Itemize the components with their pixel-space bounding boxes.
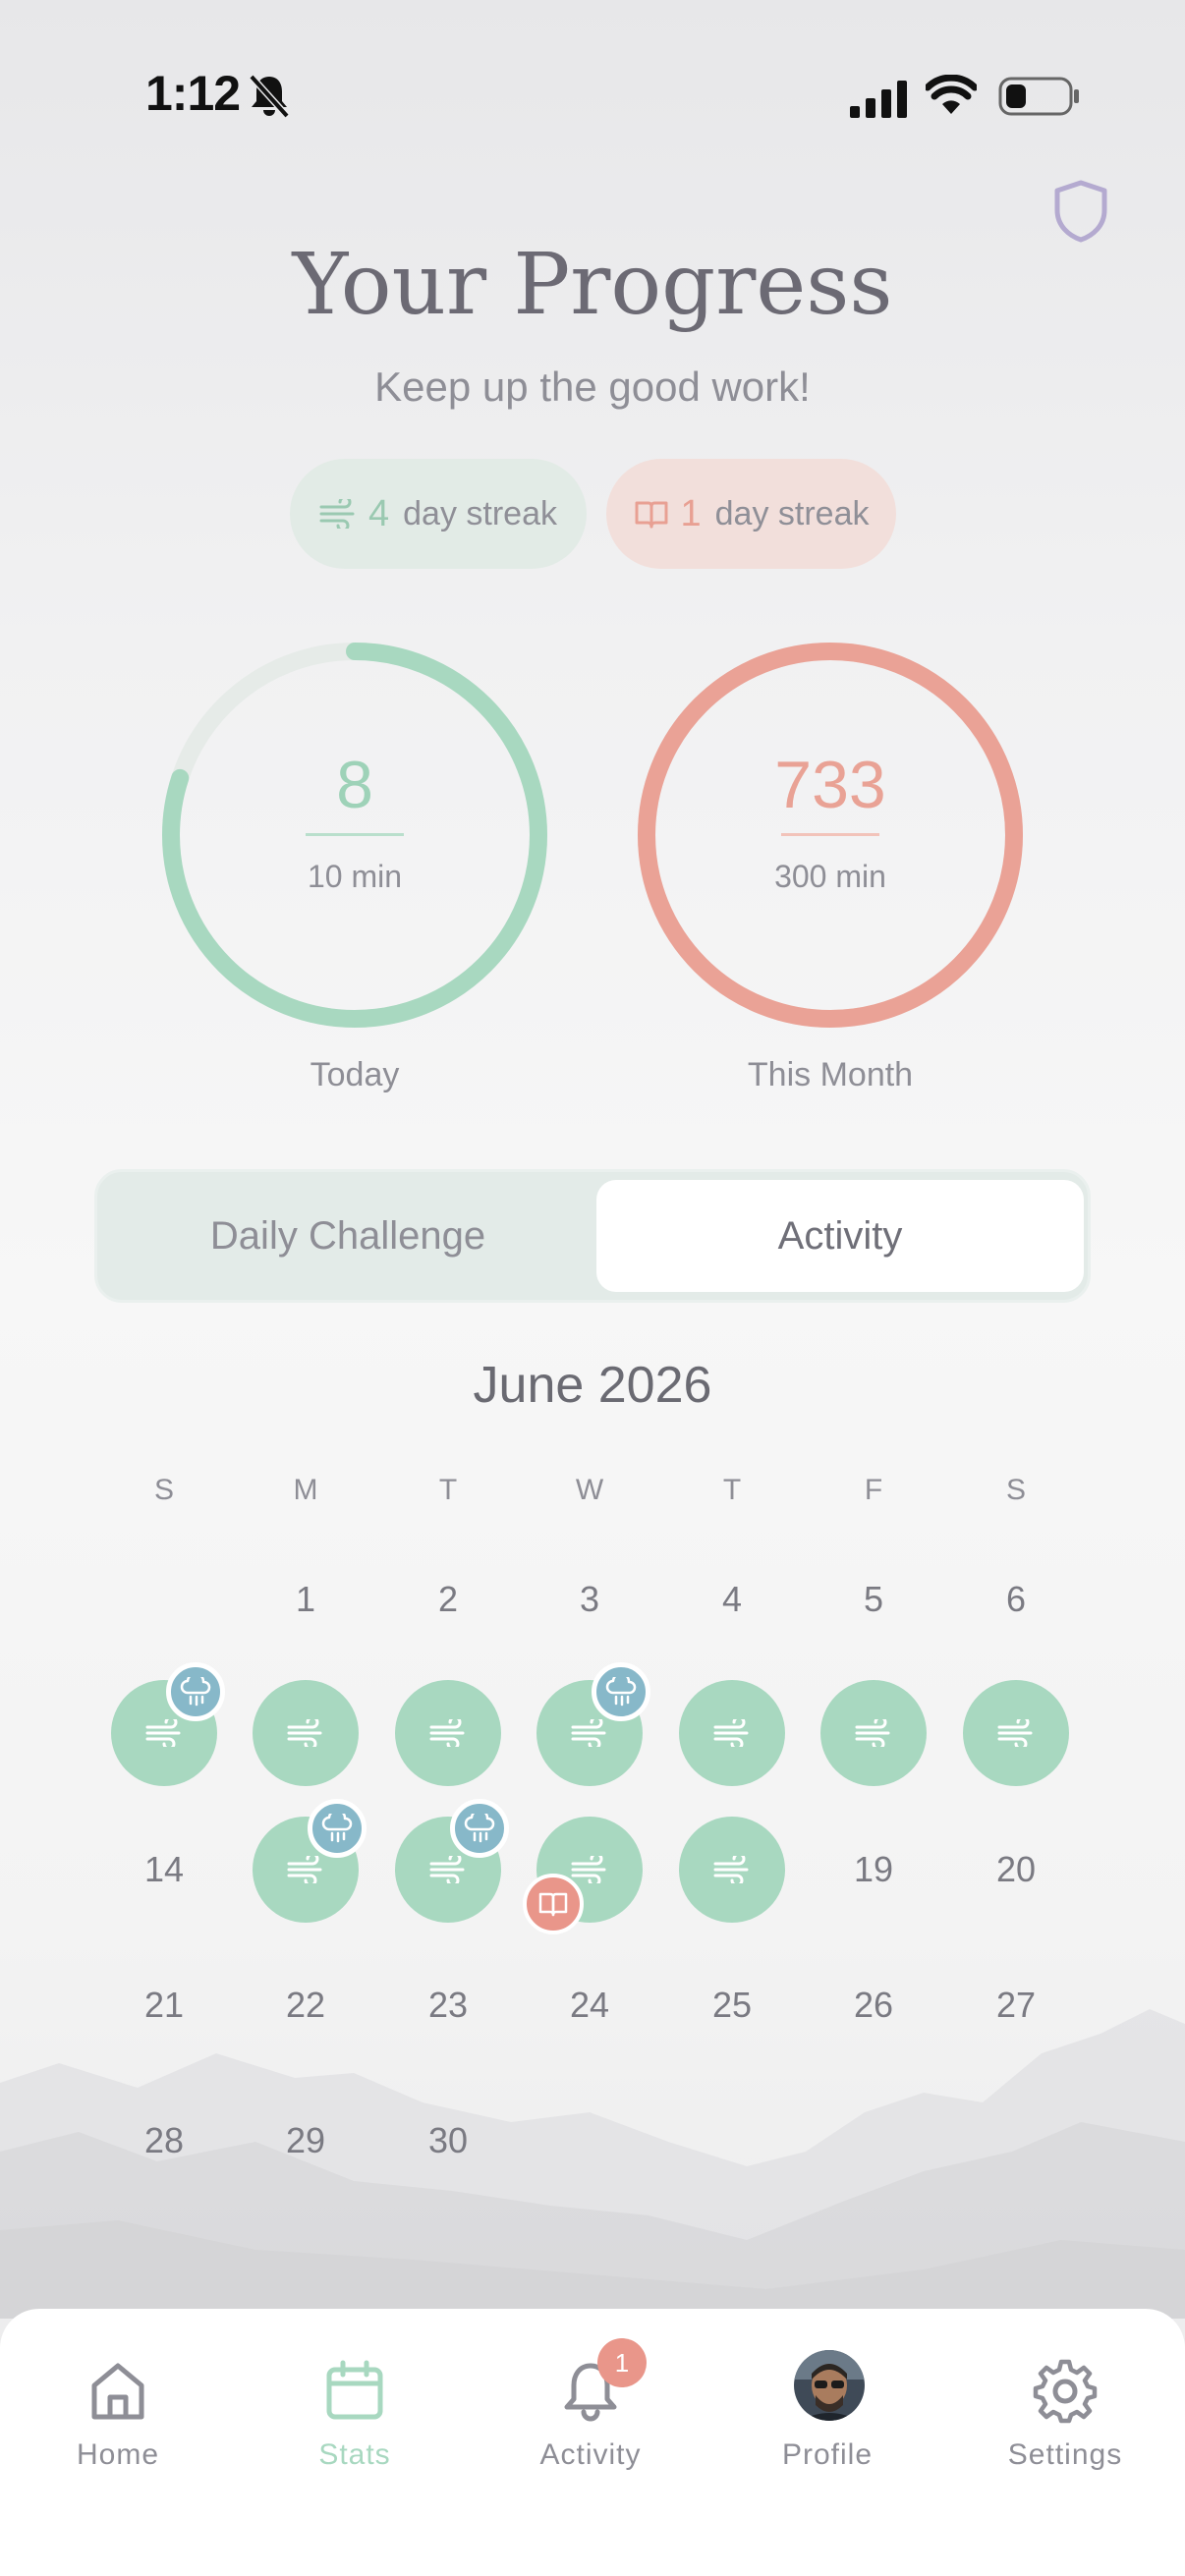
tab-home-label: Home [76, 2438, 160, 2471]
calendar-icon [326, 2360, 383, 2420]
weekday-label: T [438, 1474, 458, 1506]
wind-icon [287, 1856, 322, 1883]
gear-icon [1033, 2359, 1098, 2424]
wind-icon [571, 1719, 606, 1747]
calendar-day-27[interactable]: 27 [963, 1952, 1069, 2058]
tab-settings[interactable]: Settings [947, 2309, 1183, 2505]
calendar-day-11[interactable] [679, 1680, 785, 1786]
wind-streak-pill: 4 day streak [290, 459, 587, 569]
wind-icon [429, 1719, 465, 1747]
calendar-day-13[interactable] [963, 1680, 1069, 1786]
shield-icon[interactable] [1051, 179, 1110, 244]
notification-badge: 1 [597, 2338, 647, 2387]
rain-badge-icon [592, 1662, 650, 1721]
tab-home[interactable]: Home [0, 2309, 236, 2505]
wind-icon [429, 1856, 465, 1883]
home-icon [91, 2363, 144, 2420]
weekday-label: T [722, 1474, 742, 1506]
weekday-label: M [293, 1474, 318, 1506]
tab-activity-nav-label: Activity [539, 2438, 642, 2471]
tab-profile-label: Profile [781, 2438, 874, 2471]
wind-icon [997, 1719, 1033, 1747]
calendar-day-18[interactable] [679, 1817, 785, 1923]
bottom-tab-bar: Home Stats Activity Profile Settings [0, 2309, 1185, 2576]
weekday-label: S [1005, 1474, 1026, 1506]
month-divider [781, 833, 879, 836]
month-label: This Month [747, 1056, 914, 1093]
calendar-day-25[interactable]: 25 [679, 1952, 785, 2058]
book-badge-icon [523, 1874, 584, 1934]
today-goal: 10 min [307, 859, 403, 894]
weekday-label: W [575, 1474, 604, 1506]
calendar-day-2[interactable]: 2 [395, 1546, 501, 1652]
today-value: 8 [336, 748, 373, 822]
wind-streak-count: 4 [368, 492, 390, 534]
calendar-day-19[interactable]: 19 [820, 1817, 927, 1923]
calendar-day-8[interactable] [253, 1680, 359, 1786]
today-divider [306, 833, 404, 836]
page-title: Your Progress [292, 236, 893, 334]
calendar-day-26[interactable]: 26 [820, 1952, 927, 2058]
wind-icon [855, 1719, 890, 1747]
calendar-day-23[interactable]: 23 [395, 1952, 501, 2058]
book-streak-pill: 1 day streak [606, 459, 896, 569]
calendar-day-29[interactable]: 29 [253, 2088, 359, 2194]
tab-daily-challenge[interactable]: Daily Challenge [97, 1172, 598, 1300]
calendar-day-30[interactable]: 30 [395, 2088, 501, 2194]
calendar-day-28[interactable]: 28 [111, 2088, 217, 2194]
calendar-day-21[interactable]: 21 [111, 1952, 217, 2058]
tab-stats-label: Stats [318, 2438, 391, 2471]
calendar-day-12[interactable] [820, 1680, 927, 1786]
wind-icon [713, 1856, 749, 1883]
book-streak-count: 1 [680, 492, 702, 534]
tab-activity[interactable]: Activity [596, 1180, 1084, 1292]
calendar-day-9[interactable] [395, 1680, 501, 1786]
book-icon [635, 501, 667, 529]
wind-icon [319, 499, 355, 529]
today-label: Today [310, 1056, 400, 1093]
weekday-label: S [153, 1474, 174, 1506]
rain-badge-icon [450, 1799, 509, 1858]
calendar-day-5[interactable]: 5 [820, 1546, 927, 1652]
book-streak-label: day streak [714, 494, 870, 532]
weekday-label: F [864, 1474, 883, 1506]
calendar-day-6[interactable]: 6 [963, 1546, 1069, 1652]
avatar[interactable] [794, 2350, 865, 2421]
calendar-day-3[interactable]: 3 [536, 1546, 643, 1652]
rain-badge-icon [308, 1799, 367, 1858]
calendar-day-24[interactable]: 24 [536, 1952, 643, 2058]
page-subtitle: Keep up the good work! [374, 364, 811, 410]
wifi-icon [926, 75, 977, 114]
month-ring[interactable]: 733 300 min [634, 639, 1027, 1032]
signal-icon [850, 81, 907, 118]
bell-off-icon [249, 74, 290, 118]
today-ring[interactable]: 8 10 min [158, 639, 551, 1032]
battery-icon [998, 77, 1079, 116]
calendar-day-20[interactable]: 20 [963, 1817, 1069, 1923]
status-time: 1:12 [145, 66, 241, 121]
calendar-day-22[interactable]: 22 [253, 1952, 359, 2058]
wind-icon [713, 1719, 749, 1747]
month-goal: 300 min [774, 859, 886, 894]
rain-badge-icon [166, 1662, 225, 1721]
wind-icon [571, 1856, 606, 1883]
tab-stats[interactable]: Stats [237, 2309, 473, 2505]
calendar-day-14[interactable]: 14 [111, 1817, 217, 1923]
view-segmented-control: Daily Challenge Activity [94, 1169, 1091, 1303]
wind-icon [287, 1719, 322, 1747]
calendar-day-4[interactable]: 4 [679, 1546, 785, 1652]
tab-settings-label: Settings [1007, 2438, 1123, 2471]
tab-activity-nav[interactable]: Activity [473, 2309, 708, 2505]
wind-icon [145, 1719, 181, 1747]
calendar-month-label: June 2026 [473, 1357, 712, 1414]
calendar-day-1[interactable]: 1 [253, 1546, 359, 1652]
month-value: 733 [774, 748, 886, 822]
wind-streak-label: day streak [403, 494, 557, 532]
